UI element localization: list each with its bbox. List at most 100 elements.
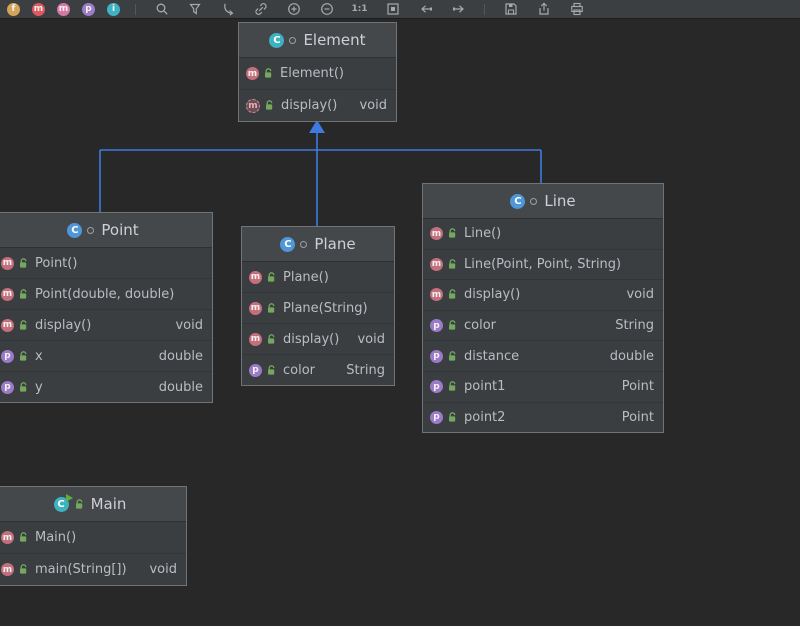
member-row-point[interactable]: m Point() (0, 248, 212, 278)
member-row-color[interactable]: p color String (423, 309, 663, 341)
show-dependencies-button[interactable] (244, 1, 277, 18)
member-row-color[interactable]: p color String (242, 354, 394, 385)
class-header[interactable]: C Line (423, 184, 663, 219)
member-property-icon: p (430, 349, 443, 363)
zoom-in-button[interactable] (277, 1, 310, 18)
member-label: Line() (464, 226, 502, 242)
member-label: display() (281, 98, 338, 113)
member-method-icon: m (1, 563, 14, 576)
constructors-filter-icon: m (32, 2, 45, 16)
save-button[interactable] (494, 1, 527, 18)
member-label: Line(Point, Point, String) (464, 256, 622, 272)
member-label: Plane() (283, 269, 329, 285)
member-row-line[interactable]: m Line() (423, 219, 663, 249)
constructors-filter-button[interactable]: m (26, 1, 51, 18)
properties-filter-icon: p (82, 2, 95, 16)
member-label: point1 (464, 379, 506, 395)
member-row-point1[interactable]: p point1 Point (423, 370, 663, 402)
member-type: void (359, 98, 387, 113)
visibility-dot-icon (289, 36, 297, 44)
route-edge-left-button[interactable] (409, 1, 442, 18)
public-visibility-icon (75, 498, 84, 510)
member-method-icon: m (1, 318, 14, 332)
member-row-main-string[interactable]: m main(String[]) void (0, 553, 186, 585)
inner-classes-filter-button[interactable]: i (101, 1, 126, 18)
print-button[interactable] (560, 1, 593, 18)
member-type: void (626, 287, 654, 303)
filter-button[interactable] (178, 1, 211, 18)
methods-filter-button[interactable]: m (51, 1, 76, 18)
member-label: color (283, 362, 316, 378)
class-header[interactable]: C Element (239, 23, 396, 58)
member-label: Main() (35, 530, 77, 545)
member-row-element[interactable]: m Element() (239, 58, 396, 89)
public-visibility-icon (19, 350, 28, 362)
member-row-plane-string[interactable]: m Plane(String) (242, 292, 394, 323)
member-row-display[interactable]: m display() void (242, 323, 394, 354)
filter-icon (188, 2, 202, 16)
class-header[interactable]: C Plane (242, 227, 394, 262)
class-node-line[interactable]: C Line m Line() m Line(Point, Point, String) m… (422, 183, 664, 434)
member-row-display[interactable]: m display() void (423, 279, 663, 310)
member-type: Point (621, 409, 654, 425)
public-visibility-icon (448, 412, 457, 423)
member-row-point-double-double[interactable]: m Point(double, double) (0, 278, 212, 309)
member-type: Point (621, 379, 654, 395)
member-row-main[interactable]: m Main() (0, 522, 186, 553)
zoom-in-icon (287, 2, 301, 16)
member-type: void (175, 317, 203, 333)
export-button[interactable] (527, 1, 560, 18)
member-row-line-point-point-string[interactable]: m Line(Point, Point, String) (423, 248, 663, 280)
public-visibility-icon (267, 333, 276, 345)
zoom-out-button[interactable] (310, 1, 343, 18)
class-icon: C (510, 193, 526, 209)
member-type: double (609, 348, 654, 364)
class-node-element[interactable]: C Element m Element() m display() void (238, 22, 397, 122)
member-label: point2 (464, 409, 506, 425)
route-edge-left-icon (419, 2, 433, 16)
properties-filter-button[interactable]: p (76, 1, 101, 18)
route-edge-right-button[interactable] (442, 1, 475, 18)
public-visibility-icon (265, 100, 274, 111)
class-icon: C (53, 493, 73, 512)
member-row-x[interactable]: p x double (0, 340, 212, 371)
member-abstract-method-icon: m (246, 98, 260, 113)
member-property-icon: p (249, 363, 262, 377)
member-method-icon: m (430, 227, 443, 241)
member-row-y[interactable]: p y double (0, 371, 212, 402)
actual-size-button[interactable]: 1:1 (343, 1, 376, 18)
member-row-plane[interactable]: m Plane() (242, 262, 394, 292)
class-title: Element (303, 31, 366, 49)
fit-content-icon (386, 2, 400, 16)
zoom-preview-button[interactable] (145, 1, 178, 18)
public-visibility-icon (267, 364, 276, 376)
member-row-point2[interactable]: p point2 Point (423, 401, 663, 433)
save-icon (504, 2, 518, 16)
class-node-main[interactable]: C Main m Main() m main(String[]) void (0, 486, 187, 586)
member-row-display[interactable]: m display() void (239, 89, 396, 121)
actual-size-icon: 1:1 (351, 4, 368, 14)
public-visibility-icon (448, 350, 457, 362)
member-method-icon: m (249, 332, 262, 346)
class-node-point[interactable]: C Point m Point() m Point(double, double) m dis… (0, 212, 213, 403)
public-visibility-icon (19, 288, 28, 300)
public-visibility-icon (267, 302, 276, 314)
visibility-dot-icon (300, 240, 308, 248)
inner-classes-filter-icon: i (107, 2, 120, 16)
class-title: Line (544, 192, 576, 210)
class-header[interactable]: C Main (0, 487, 186, 522)
class-header[interactable]: C Point (0, 213, 212, 248)
fit-content-button[interactable] (376, 1, 409, 18)
visibility-dot-icon (87, 226, 95, 234)
member-row-distance[interactable]: p distance double (423, 340, 663, 371)
member-method-icon: m (1, 531, 14, 544)
diagram-canvas[interactable]: C Element m Element() m display() void C Point m P… (0, 0, 800, 626)
member-label: distance (464, 348, 520, 364)
scroll-to-node-button[interactable] (211, 1, 244, 18)
fields-filter-button[interactable]: f (1, 1, 26, 18)
member-row-display[interactable]: m display() void (0, 309, 212, 340)
class-node-plane[interactable]: C Plane m Plane() m Plane(String) m display() vo… (241, 226, 395, 386)
member-type: double (158, 348, 203, 364)
member-label: main(String[]) (35, 562, 127, 577)
zoom-out-icon (320, 2, 334, 16)
